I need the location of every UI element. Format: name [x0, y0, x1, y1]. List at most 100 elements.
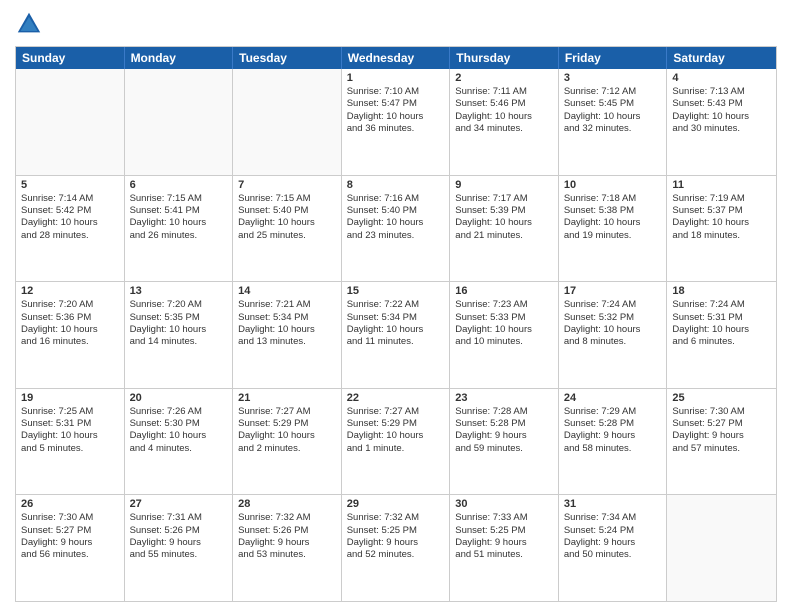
calendar-cell: 9Sunrise: 7:17 AMSunset: 5:39 PMDaylight… [450, 176, 559, 282]
cell-line: Daylight: 10 hours [238, 430, 336, 442]
cell-line: Daylight: 10 hours [564, 217, 662, 229]
calendar-cell: 25Sunrise: 7:30 AMSunset: 5:27 PMDayligh… [667, 389, 776, 495]
cell-line: and 59 minutes. [455, 443, 553, 455]
cell-line: and 4 minutes. [130, 443, 228, 455]
calendar-cell: 20Sunrise: 7:26 AMSunset: 5:30 PMDayligh… [125, 389, 234, 495]
calendar-cell: 26Sunrise: 7:30 AMSunset: 5:27 PMDayligh… [16, 495, 125, 601]
calendar-cell: 10Sunrise: 7:18 AMSunset: 5:38 PMDayligh… [559, 176, 668, 282]
calendar-cell: 15Sunrise: 7:22 AMSunset: 5:34 PMDayligh… [342, 282, 451, 388]
cell-line: Daylight: 10 hours [21, 324, 119, 336]
cell-line: Daylight: 9 hours [564, 430, 662, 442]
cell-line: Daylight: 10 hours [455, 324, 553, 336]
cell-line: Sunrise: 7:25 AM [21, 406, 119, 418]
cell-line: Sunrise: 7:13 AM [672, 86, 771, 98]
day-number: 8 [347, 179, 445, 191]
cell-line: Daylight: 10 hours [21, 430, 119, 442]
cell-line: Sunset: 5:43 PM [672, 98, 771, 110]
cell-line: and 51 minutes. [455, 549, 553, 561]
cell-line: Sunset: 5:32 PM [564, 312, 662, 324]
cell-line: and 26 minutes. [130, 230, 228, 242]
day-number: 5 [21, 179, 119, 191]
cell-line: and 2 minutes. [238, 443, 336, 455]
cell-line: and 1 minute. [347, 443, 445, 455]
cell-line: Sunset: 5:33 PM [455, 312, 553, 324]
cell-line: and 19 minutes. [564, 230, 662, 242]
cell-line: Daylight: 10 hours [672, 111, 771, 123]
calendar-week: 5Sunrise: 7:14 AMSunset: 5:42 PMDaylight… [16, 175, 776, 282]
cell-line: Sunset: 5:30 PM [130, 418, 228, 430]
cell-line: Sunset: 5:26 PM [238, 525, 336, 537]
cell-line: Daylight: 9 hours [564, 537, 662, 549]
calendar-cell [125, 69, 234, 175]
calendar-cell: 28Sunrise: 7:32 AMSunset: 5:26 PMDayligh… [233, 495, 342, 601]
cell-line: Sunrise: 7:15 AM [130, 193, 228, 205]
cell-line: Sunrise: 7:30 AM [672, 406, 771, 418]
cell-line: Sunrise: 7:20 AM [21, 299, 119, 311]
cell-line: Daylight: 9 hours [238, 537, 336, 549]
weekday-header: Monday [125, 47, 234, 69]
cell-line: Sunset: 5:42 PM [21, 205, 119, 217]
calendar-cell: 12Sunrise: 7:20 AMSunset: 5:36 PMDayligh… [16, 282, 125, 388]
cell-line: Sunset: 5:27 PM [21, 525, 119, 537]
day-number: 21 [238, 392, 336, 404]
cell-line: Daylight: 10 hours [455, 111, 553, 123]
calendar-cell [233, 69, 342, 175]
cell-line: Daylight: 10 hours [130, 217, 228, 229]
calendar-cell: 6Sunrise: 7:15 AMSunset: 5:41 PMDaylight… [125, 176, 234, 282]
cell-line: Daylight: 9 hours [672, 430, 771, 442]
cell-line: Daylight: 10 hours [347, 430, 445, 442]
day-number: 22 [347, 392, 445, 404]
cell-line: Sunrise: 7:32 AM [347, 512, 445, 524]
day-number: 18 [672, 285, 771, 297]
cell-line: Daylight: 9 hours [455, 430, 553, 442]
cell-line: Sunset: 5:41 PM [130, 205, 228, 217]
cell-line: Sunrise: 7:29 AM [564, 406, 662, 418]
cell-line: Sunrise: 7:11 AM [455, 86, 553, 98]
calendar-cell: 24Sunrise: 7:29 AMSunset: 5:28 PMDayligh… [559, 389, 668, 495]
cell-line: Sunset: 5:38 PM [564, 205, 662, 217]
cell-line: Sunrise: 7:34 AM [564, 512, 662, 524]
cell-line: Sunrise: 7:27 AM [347, 406, 445, 418]
cell-line: Sunrise: 7:28 AM [455, 406, 553, 418]
calendar-cell: 19Sunrise: 7:25 AMSunset: 5:31 PMDayligh… [16, 389, 125, 495]
day-number: 11 [672, 179, 771, 191]
calendar: SundayMondayTuesdayWednesdayThursdayFrid… [15, 46, 777, 602]
cell-line: Sunset: 5:28 PM [455, 418, 553, 430]
cell-line: and 23 minutes. [347, 230, 445, 242]
cell-line: Sunset: 5:29 PM [238, 418, 336, 430]
cell-line: Sunset: 5:34 PM [238, 312, 336, 324]
calendar-cell: 17Sunrise: 7:24 AMSunset: 5:32 PMDayligh… [559, 282, 668, 388]
day-number: 24 [564, 392, 662, 404]
calendar-cell: 29Sunrise: 7:32 AMSunset: 5:25 PMDayligh… [342, 495, 451, 601]
day-number: 12 [21, 285, 119, 297]
day-number: 3 [564, 72, 662, 84]
cell-line: Sunset: 5:25 PM [455, 525, 553, 537]
cell-line: Sunset: 5:47 PM [347, 98, 445, 110]
calendar-body: 1Sunrise: 7:10 AMSunset: 5:47 PMDaylight… [16, 69, 776, 601]
cell-line: and 18 minutes. [672, 230, 771, 242]
cell-line: Daylight: 10 hours [21, 217, 119, 229]
cell-line: Daylight: 10 hours [347, 111, 445, 123]
cell-line: and 11 minutes. [347, 336, 445, 348]
cell-line: Sunset: 5:29 PM [347, 418, 445, 430]
cell-line: Daylight: 10 hours [347, 324, 445, 336]
calendar-cell: 13Sunrise: 7:20 AMSunset: 5:35 PMDayligh… [125, 282, 234, 388]
cell-line: and 55 minutes. [130, 549, 228, 561]
cell-line: and 14 minutes. [130, 336, 228, 348]
day-number: 29 [347, 498, 445, 510]
calendar-cell: 7Sunrise: 7:15 AMSunset: 5:40 PMDaylight… [233, 176, 342, 282]
cell-line: Daylight: 10 hours [672, 324, 771, 336]
cell-line: Sunrise: 7:21 AM [238, 299, 336, 311]
calendar-cell: 3Sunrise: 7:12 AMSunset: 5:45 PMDaylight… [559, 69, 668, 175]
cell-line: and 5 minutes. [21, 443, 119, 455]
cell-line: Sunset: 5:31 PM [21, 418, 119, 430]
calendar-header: SundayMondayTuesdayWednesdayThursdayFrid… [16, 47, 776, 69]
calendar-cell: 30Sunrise: 7:33 AMSunset: 5:25 PMDayligh… [450, 495, 559, 601]
cell-line: and 21 minutes. [455, 230, 553, 242]
calendar-week: 12Sunrise: 7:20 AMSunset: 5:36 PMDayligh… [16, 281, 776, 388]
cell-line: Daylight: 10 hours [455, 217, 553, 229]
cell-line: Daylight: 9 hours [130, 537, 228, 549]
cell-line: Sunrise: 7:22 AM [347, 299, 445, 311]
day-number: 9 [455, 179, 553, 191]
calendar-cell: 16Sunrise: 7:23 AMSunset: 5:33 PMDayligh… [450, 282, 559, 388]
